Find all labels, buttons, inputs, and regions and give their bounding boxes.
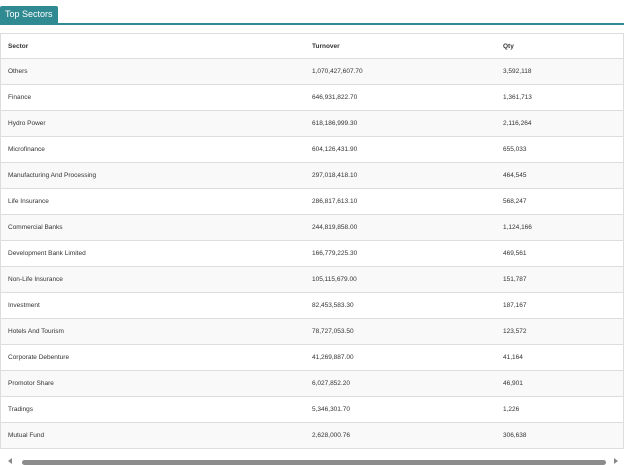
- table-row: Investment 82,453,583.30 187,167: [1, 292, 623, 319]
- cell-qty: 306,638: [503, 432, 527, 439]
- table-row: Microfinance 604,126,431.90 655,033: [1, 136, 623, 163]
- cell-sector: Corporate Debenture: [1, 344, 305, 371]
- cell-turnover: 286,817,613.10: [305, 188, 496, 215]
- header-sector[interactable]: Sector: [1, 34, 305, 59]
- cell-turnover: 2,628,000.76: [312, 432, 350, 439]
- table-row: Hydro Power 618,186,999.30 2,116,264: [1, 110, 623, 137]
- sectors-table: Sector Turnover Qty Others 1,070,427,607.…: [1, 34, 623, 448]
- cell-turnover: 1,070,427,607.70: [305, 58, 496, 85]
- cell-turnover: 6,027,852.20: [305, 370, 496, 397]
- scrollbar-thumb[interactable]: [22, 460, 606, 465]
- table-row: Non-Life Insurance 105,115,679.00 151,787: [1, 266, 623, 293]
- table-row: Commercial Banks 244,819,858.00 1,124,166: [1, 214, 623, 241]
- arrow-right-icon[interactable]: [614, 458, 618, 464]
- cell-qty: 123,572: [496, 318, 623, 345]
- cell-sector: Promotor Share: [1, 370, 305, 397]
- cell-sector: Manufacturing And Processing: [1, 162, 305, 189]
- table-row: Mutual Fund 2,628,000.76 306,638: [1, 422, 623, 448]
- cell-turnover: 604,126,431.90: [305, 136, 496, 163]
- table-row: Tradings 5,346,301.70 1,226: [1, 396, 623, 423]
- cell-sector: Hydro Power: [1, 110, 305, 137]
- cell-turnover: 244,819,858.00: [305, 214, 496, 241]
- table-row: Life Insurance 286,817,613.10 568,247: [1, 188, 623, 215]
- cell-qty: 151,787: [496, 266, 623, 293]
- table-row: Manufacturing And Processing 297,018,418.…: [1, 162, 623, 189]
- cell-turnover: 105,115,679.00: [305, 266, 496, 293]
- cell-sector: Development Bank Limited: [1, 240, 305, 267]
- cell-turnover: 5,346,301.70: [305, 396, 496, 423]
- cell-sector: Hotels And Tourism: [1, 318, 305, 345]
- cell-turnover: 618,186,999.30: [305, 110, 496, 137]
- cell-qty: 1,361,713: [496, 84, 623, 111]
- header-qty[interactable]: Qty: [496, 34, 623, 59]
- cell-turnover: 82,453,583.30: [305, 292, 496, 319]
- cell-turnover: 646,931,822.70: [305, 84, 496, 111]
- cell-sector: Investment: [1, 292, 305, 319]
- table-row: Finance 646,931,822.70 1,361,713: [1, 84, 623, 111]
- table-row: Others 1,070,427,607.70 3,592,118: [1, 58, 623, 85]
- cell-qty: 2,116,264: [496, 110, 623, 137]
- cell-sector: Microfinance: [1, 136, 305, 163]
- cell-turnover: 297,018,418.10: [305, 162, 496, 189]
- cell-qty: 3,592,118: [496, 58, 623, 85]
- cell-sector: Finance: [1, 84, 305, 111]
- cell-turnover: 78,727,053.50: [305, 318, 496, 345]
- cell-qty: 568,247: [496, 188, 623, 215]
- table-row: Hotels And Tourism 78,727,053.50 123,572: [1, 318, 623, 345]
- cell-turnover: 41,269,887.00: [305, 344, 496, 371]
- cell-sector: Mutual Fund: [8, 432, 45, 439]
- table-header-row: Sector Turnover Qty: [1, 34, 623, 59]
- cell-sector: Commercial Banks: [1, 214, 305, 241]
- panel-tab-bar: Top Sectors: [0, 0, 624, 25]
- cell-qty: 46,901: [496, 370, 623, 397]
- cell-qty: 655,033: [496, 136, 623, 163]
- header-turnover[interactable]: Turnover: [305, 34, 496, 59]
- cell-qty: 1,226: [496, 396, 623, 423]
- table-row: Corporate Debenture 41,269,887.00 41,164: [1, 344, 623, 371]
- table-row: Promotor Share 6,027,852.20 46,901: [1, 370, 623, 397]
- cell-turnover: 166,779,225.30: [305, 240, 496, 267]
- cell-qty: 464,545: [496, 162, 623, 189]
- cell-sector: Life Insurance: [1, 188, 305, 215]
- horizontal-scrollbar[interactable]: [0, 456, 624, 465]
- table-row: Development Bank Limited 166,779,225.30 46…: [1, 240, 623, 267]
- cell-qty: 1,124,166: [496, 214, 623, 241]
- tab-top-sectors[interactable]: Top Sectors: [0, 6, 58, 23]
- cell-qty: 187,167: [496, 292, 623, 319]
- cell-qty: 469,561: [496, 240, 623, 267]
- arrow-left-icon[interactable]: [8, 458, 12, 464]
- cell-sector: Others: [1, 58, 305, 85]
- sectors-table-container: Sector Turnover Qty Others 1,070,427,607.…: [0, 33, 624, 449]
- cell-sector: Tradings: [1, 396, 305, 423]
- cell-sector: Non-Life Insurance: [1, 266, 305, 293]
- cell-qty: 41,164: [496, 344, 623, 371]
